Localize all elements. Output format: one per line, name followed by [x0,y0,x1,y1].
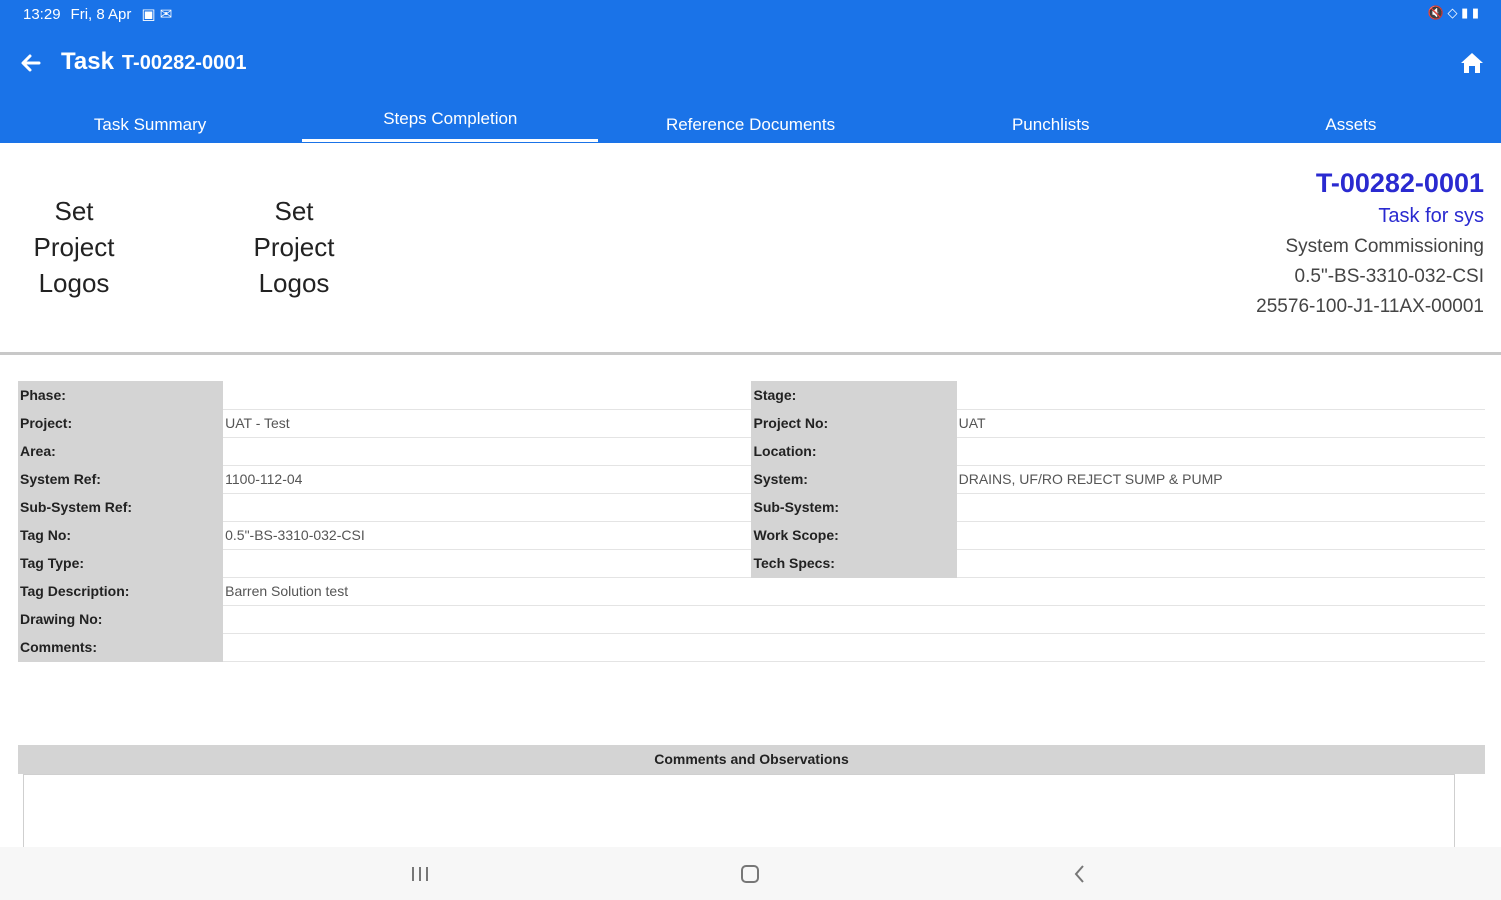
field-label: System: [751,465,957,494]
field-label: Work Scope: [751,521,957,550]
field-value: UAT [956,409,1485,438]
task-id-heading: T-00282-0001 [1315,168,1484,198]
header-line: 0.5"-BS-3310-032-CSI [1294,266,1484,287]
status-bar: 13:29 Fri, 8 Apr ▣ ✉ 🔇 ◇ ▮ ▮ [0,0,1501,28]
field-label: Phase: [18,381,224,410]
home-circle-icon[interactable] [735,861,765,887]
field-value [223,381,752,410]
field-value [223,549,752,578]
recents-icon[interactable] [405,861,435,887]
table-row: Tag No: 0.5"-BS-3310-032-CSI Work Scope: [18,521,1485,550]
tab-task-summary[interactable]: Task Summary [0,100,300,143]
field-value: 0.5"-BS-3310-032-CSI [223,521,752,550]
field-label: Comments: [18,633,224,662]
field-value: 1100-112-04 [223,465,752,494]
table-row: Drawing No: [18,605,1485,634]
status-time: 13:29 [23,5,61,23]
field-label: Area: [18,437,224,466]
table-row: System Ref: 1100-112-04 System: DRAINS, … [18,465,1485,494]
status-date: Fri, 8 Apr [70,5,132,23]
field-label: Project: [18,409,224,438]
title-label: Task [61,48,114,75]
tab-steps-completion[interactable]: Steps Completion [300,100,600,143]
task-header: Set Project Logos Set Project Logos T-00… [0,143,1501,353]
field-value [223,437,752,466]
logo-line: Project [33,232,115,262]
logo-line: Set [54,196,94,226]
field-value [956,549,1485,578]
field-label: Tag Type: [18,549,224,578]
table-row: Area: Location: [18,437,1485,466]
project-logo-left: Set Project Logos [14,193,134,301]
table-row: Sub-System Ref: Sub-System: [18,493,1485,522]
header-line: System Commissioning [1285,236,1485,257]
app-bar: Task T-00282-0001 Task Summary Steps Comp… [0,28,1501,143]
header-line: 25576-100-J1-11AX-00001 [1256,296,1484,317]
comments-header: Comments and Observations [18,745,1485,774]
field-value: UAT - Test [223,409,752,438]
table-row: Tag Description: Barren Solution test [18,577,1485,606]
tab-reference-documents[interactable]: Reference Documents [600,100,900,143]
field-label: Location: [751,437,957,466]
field-label: Project No: [751,409,957,438]
field-value: Barren Solution test [223,577,1485,606]
system-status-icons: 🔇 ◇ ▮ ▮ [1427,5,1479,20]
logo-line: Set [274,196,314,226]
field-label: Drawing No: [18,605,224,634]
tab-assets[interactable]: Assets [1201,100,1501,143]
field-label: Tag No: [18,521,224,550]
field-value [956,381,1485,410]
field-value [223,633,1485,662]
chevron-left-icon[interactable] [1065,861,1095,887]
arrow-back-icon[interactable] [16,48,46,78]
field-value [223,605,1485,634]
notification-icons: ▣ ✉ [141,6,173,23]
divider [0,352,1501,355]
project-logo-right: Set Project Logos [234,193,354,301]
field-label: System Ref: [18,465,224,494]
field-value [956,437,1485,466]
field-value [223,493,752,522]
table-row: Project: UAT - Test Project No: UAT [18,409,1485,438]
table-row: Phase: Stage: [18,381,1485,410]
task-subtitle: Task for sys [1378,205,1484,227]
title-task-id: T-00282-0001 [121,52,247,74]
table-row: Comments: [18,633,1485,662]
table-row: Tag Type: Tech Specs: [18,549,1485,578]
field-label: Stage: [751,381,957,410]
system-nav-bar [0,847,1501,900]
tab-bar: Task Summary Steps Completion Reference … [0,100,1501,143]
field-value: DRAINS, UF/RO REJECT SUMP & PUMP [956,465,1485,494]
logo-line: Project [253,232,335,262]
logo-line: Logos [38,268,110,298]
task-info-table: Phase: Stage: Project: UAT - Test Projec… [18,381,1485,662]
field-label: Sub-System: [751,493,957,522]
field-label: Tech Specs: [751,549,957,578]
field-label: Sub-System Ref: [18,493,224,522]
task-header-details: T-00282-0001 Task for sys System Commiss… [1256,168,1484,326]
field-value [956,521,1485,550]
logo-line: Logos [258,268,330,298]
home-icon[interactable] [1457,48,1487,78]
tab-punchlists[interactable]: Punchlists [901,100,1201,143]
field-value [956,493,1485,522]
field-label: Tag Description: [18,577,224,606]
page-title: Task T-00282-0001 [61,48,246,76]
